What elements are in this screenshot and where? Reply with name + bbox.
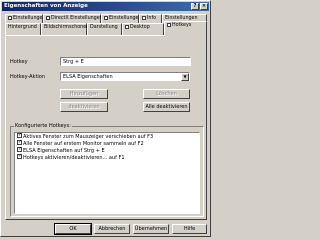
tab-label: Darstellung: [90, 25, 118, 30]
list-item[interactable]: ✓Hotkeys aktivieren/deaktivieren... auf …: [17, 154, 125, 162]
tab-hintergrund[interactable]: Hintergrund: [5, 23, 41, 35]
tab-einstellungen-1[interactable]: Einstellungen: [5, 14, 46, 23]
list-item-text: Alle Fenster auf erstem Monitor sammeln …: [23, 141, 144, 147]
tab-label: Info: [147, 16, 157, 21]
help-title-button[interactable]: ?: [191, 3, 199, 10]
help-button[interactable]: Hilfe: [172, 224, 207, 234]
list-item[interactable]: ✓Alle Fenster auf erstem Monitor sammeln…: [17, 140, 144, 148]
tab-label: Hotkeys: [172, 23, 192, 28]
tab-label: Einstellungen: [109, 16, 142, 21]
properties-window: Eigenschaften von Anzeige ? × Einstellun…: [0, 0, 211, 237]
configured-hotkeys-title: Konfigurierte Hotkeys:: [14, 123, 72, 129]
tab-label: Einstellungen: [13, 16, 46, 21]
tab-label: Hintergrund: [8, 25, 37, 30]
ok-button[interactable]: OK: [54, 223, 92, 235]
tab-label: Desktop: [130, 25, 150, 30]
configured-hotkeys-list: ✓Aktives Fenster zum Mauszeiger verschie…: [14, 132, 200, 214]
delete-button[interactable]: Löschen: [143, 89, 190, 99]
cancel-button[interactable]: Abbrechen: [94, 224, 130, 234]
tab-einstellungen-2[interactable]: Einstellungen: [101, 14, 142, 23]
tab-label: DirectX Einstellungen: [51, 16, 103, 21]
desktop-icon: [125, 24, 129, 29]
display-settings-icon: [8, 15, 12, 20]
add-button[interactable]: Hinzufügen: [60, 89, 108, 99]
list-item-text: ELSA Eigenschaften auf Strg + E: [23, 148, 105, 154]
close-title-button[interactable]: ×: [200, 3, 208, 10]
list-item-text: Aktives Fenster zum Mauszeiger verschieb…: [23, 134, 154, 140]
tab-hotkeys[interactable]: Hotkeys: [164, 21, 207, 36]
checkbox-checked-icon[interactable]: ✓: [17, 140, 22, 145]
info-icon: [142, 15, 146, 20]
hotkey-action-select[interactable]: ELSA Eigenschaften ▼: [60, 72, 190, 81]
tab-info[interactable]: Info: [139, 14, 162, 23]
checkbox-checked-icon[interactable]: ✓: [17, 154, 22, 159]
hotkey-input[interactable]: Strg + E: [60, 57, 191, 66]
chevron-down-icon[interactable]: ▼: [181, 73, 189, 81]
tab-desktop[interactable]: Desktop: [122, 23, 164, 35]
hotkeys-icon: [167, 22, 171, 27]
checkbox-checked-icon[interactable]: ✓: [17, 133, 22, 138]
hotkeys-panel: Hotkey Strg + E Hotkey-Aktion ELSA Eigen…: [5, 35, 207, 220]
list-item[interactable]: ✓ELSA Eigenschaften auf Strg + E: [17, 147, 105, 155]
title-bar[interactable]: Eigenschaften von Anzeige ? ×: [2, 2, 209, 11]
deactivate-button[interactable]: deaktivieren: [60, 102, 108, 112]
directx-icon: [46, 15, 50, 20]
window-title: Eigenschaften von Anzeige: [4, 3, 88, 9]
tab-darstellung[interactable]: Darstellung: [87, 23, 122, 35]
hotkey-action-value: ELSA Eigenschaften: [63, 74, 113, 80]
tab-label: Bildschirmschoner: [44, 25, 89, 30]
tab-bildschirmschoner[interactable]: Bildschirmschoner: [41, 23, 89, 35]
hotkey-label: Hotkey: [10, 59, 28, 65]
list-item[interactable]: ✓Aktives Fenster zum Mauszeiger verschie…: [17, 133, 154, 141]
display-settings-icon: [104, 15, 108, 20]
tab-directx[interactable]: DirectX Einstellungen: [43, 14, 103, 23]
configured-hotkeys-group: Konfigurierte Hotkeys: ✓Aktives Fenster …: [10, 123, 204, 217]
hotkey-action-label: Hotkey-Aktion: [10, 74, 46, 80]
deactivate-all-button[interactable]: Alle deaktivieren: [143, 102, 190, 112]
checkbox-checked-icon[interactable]: ✓: [17, 147, 22, 152]
apply-button[interactable]: Übernehmen: [133, 224, 169, 234]
list-item-text: Hotkeys aktivieren/deaktivieren... auf F…: [23, 155, 125, 161]
